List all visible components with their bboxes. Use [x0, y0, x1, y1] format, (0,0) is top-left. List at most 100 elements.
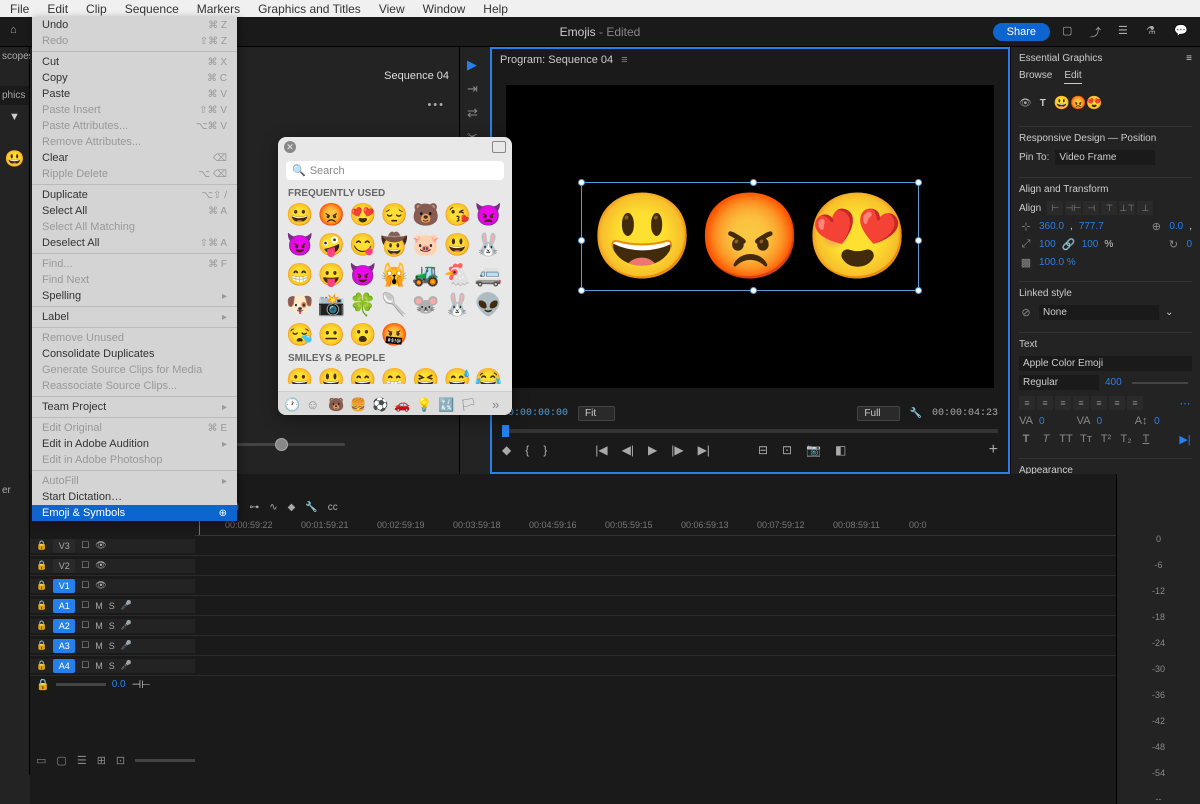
emoji-cell[interactable]: 😁 [286, 261, 314, 289]
menu-help[interactable]: Help [483, 2, 508, 16]
underline-button[interactable]: T [1139, 432, 1153, 446]
menu-item-consolidate-duplicates[interactable]: Consolidate Duplicates [32, 346, 237, 362]
menu-item-label[interactable]: Label▸ [32, 309, 237, 325]
mute-button[interactable]: M [95, 601, 103, 611]
add-button[interactable]: + [989, 441, 998, 459]
text-jl-button[interactable]: ≡ [1091, 396, 1107, 410]
emoji-cell[interactable]: 😈 [286, 231, 314, 259]
mic-icon[interactable]: 🎤 [121, 640, 132, 651]
emoji-cell[interactable]: 😅 [443, 366, 471, 384]
menu-item-paste[interactable]: Paste⌘ V [32, 86, 237, 102]
emoji-cell[interactable]: 🤠 [380, 231, 408, 259]
eye-icon[interactable]: 👁 [95, 560, 106, 571]
emoji-text-layer[interactable]: 😃 😡 😍 [581, 182, 919, 291]
emoji-cell[interactable]: 😈 [349, 261, 377, 289]
workspace-icon[interactable]: ▢ [1062, 24, 1078, 40]
pos-y[interactable]: 777.7 [1079, 221, 1104, 232]
opacity-val[interactable]: 100.0 % [1039, 257, 1076, 268]
program-scale-select[interactable]: Fit [578, 406, 615, 421]
emoji-cell[interactable]: 😀 [286, 366, 314, 384]
timeline-ruler[interactable]: 00:00:59:2200:01:59:2100:02:59:1900:03:5… [195, 518, 1116, 536]
scrub-handle[interactable] [275, 438, 288, 451]
menu-graphics-titles[interactable]: Graphics and Titles [258, 2, 361, 16]
emoji-cell[interactable]: 👽 [475, 291, 503, 319]
menu-item-edit-in-adobe-audition[interactable]: Edit in Adobe Audition▸ [32, 436, 237, 452]
mic-icon[interactable]: 🎤 [121, 600, 132, 611]
baseline-val[interactable]: 0 [1154, 416, 1160, 427]
program-quality-select[interactable]: Full [857, 406, 899, 421]
emoji-cell[interactable]: 🐰 [443, 291, 471, 319]
mic-icon[interactable]: 🎤 [121, 660, 132, 671]
emoji-cell[interactable] [475, 321, 503, 349]
out-button[interactable]: } [543, 443, 547, 457]
pin-to-input[interactable] [1055, 150, 1155, 165]
emoji-cell[interactable]: 🍀 [349, 291, 377, 319]
menu-item-copy[interactable]: Copy⌘ C [32, 70, 237, 86]
scale-w[interactable]: 100 [1039, 239, 1056, 250]
align-hc-button[interactable]: ⊣⊢ [1065, 201, 1081, 215]
home-icon[interactable]: ⌂ [10, 24, 26, 40]
eg-tab-browse[interactable]: Browse [1019, 70, 1052, 84]
bold-button[interactable]: T [1019, 432, 1033, 446]
lock-icon[interactable]: 🔒 [36, 640, 47, 651]
clock-icon[interactable]: 🕐 [284, 397, 298, 411]
solo-button[interactable]: S [109, 601, 115, 611]
align-bot-button[interactable]: ⊥ [1137, 201, 1153, 215]
menu-file[interactable]: File [10, 2, 29, 16]
tracking-val[interactable]: 0 [1039, 416, 1045, 427]
track-label[interactable]: A1 [53, 599, 75, 613]
more-text-icon[interactable]: ⋯ [1178, 396, 1192, 410]
lock-icon[interactable]: 🔒 [36, 660, 47, 671]
link-icon[interactable]: ∿ [269, 502, 277, 513]
toggle-icon[interactable]: ☐ [81, 600, 89, 611]
activity-cat-icon[interactable]: ⚽ [372, 397, 386, 411]
toggle-icon[interactable]: ☐ [81, 560, 89, 571]
zoom-slider[interactable] [135, 759, 195, 762]
emoji-cell[interactable]: 🐭 [412, 291, 440, 319]
kerning-val[interactable]: 0 [1097, 416, 1103, 427]
lock-icon[interactable]: 🔒 [36, 540, 47, 551]
solo-button[interactable]: S [109, 641, 115, 651]
list-view-icon[interactable]: ☰ [77, 754, 87, 767]
emoji-cell[interactable] [443, 321, 471, 349]
bear-cat-icon[interactable]: 🐻 [328, 397, 342, 411]
emoji-cell[interactable]: 🤪 [317, 231, 345, 259]
symbols-cat-icon[interactable]: 🔣 [438, 397, 452, 411]
emoji-cell[interactable]: 🤬 [380, 321, 408, 349]
text-jc-button[interactable]: ≡ [1109, 396, 1125, 410]
marker-icon[interactable]: ◆ [288, 502, 296, 513]
eye-icon[interactable]: 👁 [95, 540, 106, 551]
emoji-cell[interactable]: 😆 [412, 366, 440, 384]
menu-item-team-project[interactable]: Team Project▸ [32, 399, 237, 415]
flags-cat-icon[interactable]: 🏳 [460, 397, 474, 411]
play-button[interactable]: ▶ [648, 443, 657, 457]
emoji-cell[interactable]: 😪 [286, 321, 314, 349]
track-label[interactable]: V1 [53, 579, 75, 593]
in-button[interactable]: { [525, 443, 529, 457]
emoji-cell[interactable]: 😘 [443, 201, 471, 229]
emoji-cell[interactable]: 😃 [443, 231, 471, 259]
emoji-cell[interactable]: 😮 [349, 321, 377, 349]
track-head-a3[interactable]: 🔒A3☐MS🎤 [30, 639, 195, 653]
lock-icon[interactable]: 🔒 [36, 620, 47, 631]
emoji-cell[interactable] [412, 321, 440, 349]
menu-item-start-dictation-[interactable]: Start Dictation… [32, 489, 237, 505]
smallcaps-button[interactable]: Tᴛ [1079, 432, 1093, 446]
pos-x[interactable]: 360.0 [1039, 221, 1064, 232]
text-right-button[interactable]: ≡ [1055, 396, 1071, 410]
menu-item-cut[interactable]: Cut⌘ X [32, 54, 237, 70]
font-size[interactable]: 400 [1105, 377, 1122, 388]
superscript-button[interactable]: T² [1099, 432, 1113, 446]
eg-layer-row[interactable]: 👁 T 😃😡😍 [1019, 92, 1192, 114]
menu-clip[interactable]: Clip [86, 2, 107, 16]
linked-style-select[interactable] [1039, 305, 1159, 320]
lock-icon[interactable]: 🔒 [36, 600, 47, 611]
program-viewer[interactable]: 😃 😡 😍 [506, 85, 994, 388]
menu-markers[interactable]: Markers [197, 2, 240, 16]
menu-window[interactable]: Window [423, 2, 466, 16]
eg-tab-edit[interactable]: Edit [1064, 70, 1081, 84]
selection-tool-icon[interactable]: ▶ [467, 57, 483, 73]
emoji-cell[interactable]: 🚐 [475, 261, 503, 289]
font-weight-select[interactable] [1019, 375, 1099, 390]
emoji-cell[interactable]: 📸 [317, 291, 345, 319]
